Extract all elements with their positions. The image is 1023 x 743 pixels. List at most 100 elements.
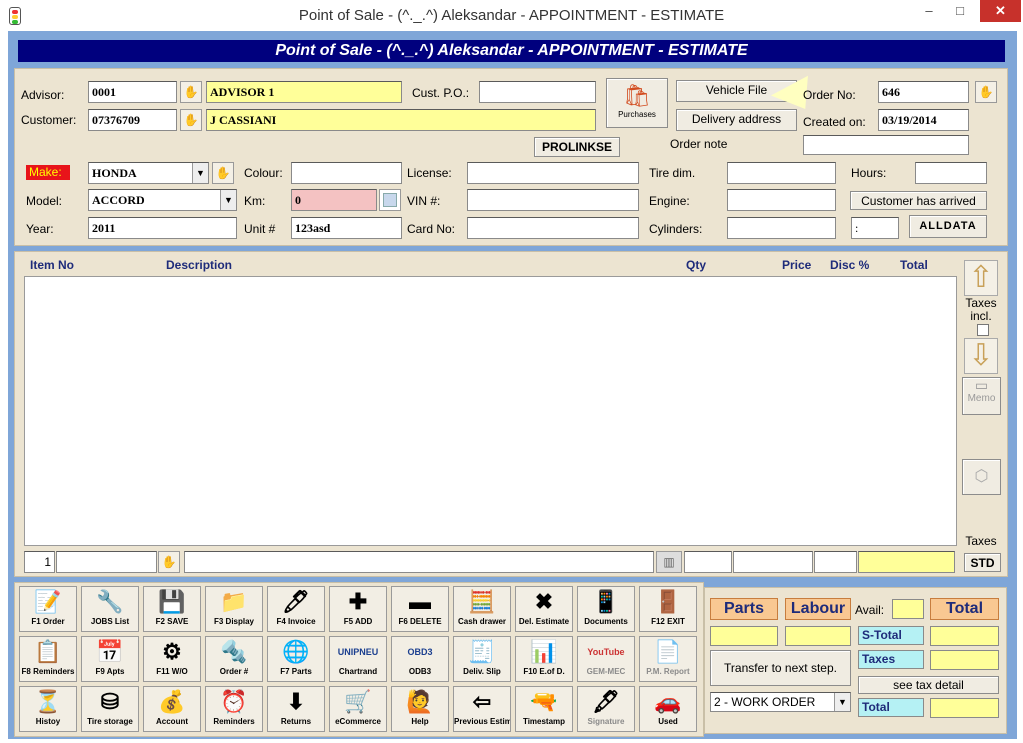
advisor-lookup-icon[interactable]: ✋ [180,81,202,103]
move-up-arrow-icon[interactable]: ⇧ [964,260,998,296]
fkey-button-2-9[interactable]: 🖋 Signature [577,686,635,732]
purchases-button[interactable]: 🛍 Purchases [606,78,668,128]
fkey-button-1-7[interactable]: 🧾 Deliv. Slip [453,636,511,682]
engine-field[interactable] [727,189,836,211]
delivery-address-button[interactable]: Delivery address [676,109,797,131]
fkey-button-1-5[interactable]: UNIPNEU Chartrand [329,636,387,682]
customer-code-field[interactable]: 07376709 [88,109,177,131]
fkey-button-0-8[interactable]: ✖ Del. Estimate [515,586,573,632]
unit-field[interactable]: 123asd [291,217,402,239]
fkey-button-1-8[interactable]: 📊 F10 E.of D. [515,636,573,682]
fkey-button-1-6[interactable]: OBD3 ODB3 [391,636,449,682]
fkey-button-2-6[interactable]: 🙋 Help [391,686,449,732]
fkey-button-2-0[interactable]: ⏳ Histoy [19,686,77,732]
advisor-name-field[interactable]: ADVISOR 1 [206,81,402,103]
fkey-button-2-10[interactable]: 🚗 Used [639,686,697,732]
fkey-button-2-8[interactable]: 🔫 Timestamp [515,686,573,732]
close-window-button[interactable]: ✕ [980,0,1021,22]
chevron-down-icon[interactable]: ▼ [220,190,236,210]
customer-arrived-button[interactable]: Customer has arrived [850,191,987,210]
fkey-button-0-7[interactable]: 🧮 Cash drawer [453,586,511,632]
item-no-input[interactable] [56,551,157,573]
step-select[interactable]: 2 - WORK ORDER ▼ [710,692,851,712]
colour-field[interactable] [291,162,402,184]
card-no-label: Card No: [407,222,456,236]
description-input[interactable] [184,551,654,573]
km-toggle-button[interactable] [379,189,401,211]
fkey-button-2-4[interactable]: ⬇ Returns [267,686,325,732]
km-field[interactable]: 0 [291,189,377,211]
fkey-button-0-5[interactable]: ✚ F5 ADD [329,586,387,632]
see-tax-detail-button[interactable]: see tax detail [858,676,999,694]
minimize-button[interactable]: – [914,0,944,22]
hexagon-button[interactable]: ⬡ [962,459,1001,495]
fkey-button-0-6[interactable]: ▬ F6 DELETE [391,586,449,632]
fkey-button-1-10[interactable]: 📄 P.M. Report [639,636,697,682]
std-button[interactable]: STD [964,553,1001,572]
fkey-button-1-2[interactable]: ⚙ F11 W/O [143,636,201,682]
memo-button[interactable]: ▭ Memo [962,377,1001,415]
col-item-no: Item No [30,258,75,272]
customer-lookup-icon[interactable]: ✋ [180,109,202,131]
chevron-down-icon[interactable]: ▼ [834,693,850,711]
disc-input[interactable] [814,551,857,573]
minus-icon: ▬ [409,589,431,614]
arrival-time-field[interactable]: : [851,217,899,239]
order-note-field[interactable] [803,135,969,155]
fkey-button-0-10[interactable]: 🚪 F12 EXIT [639,586,697,632]
transfer-next-step-button[interactable]: Transfer to next step. [710,650,851,686]
chevron-down-icon[interactable]: ▼ [192,163,208,183]
maximize-button[interactable]: □ [945,0,975,22]
fkey-button-0-2[interactable]: 💾 F2 SAVE [143,586,201,632]
fkey-button-2-7[interactable]: ⇦ Previous Estimate [453,686,511,732]
price-input[interactable] [733,551,813,573]
cust-po-label: Cust. P.O.: [412,86,470,100]
prolinkse-button[interactable]: PROLINKSE [534,137,620,157]
history-icon: ⏳ [34,689,62,714]
license-field[interactable] [467,162,639,184]
cust-po-field[interactable] [479,81,596,103]
fkey-button-1-0[interactable]: 📋 F8 Reminders [19,636,77,682]
tire-dim-field[interactable] [727,162,836,184]
line-number-field[interactable]: 1 [24,551,55,573]
tire-icon[interactable]: ▥ [656,551,682,573]
customer-name-field[interactable]: J CASSIANI [206,109,596,131]
taxes-incl-checkbox[interactable] [977,324,989,336]
fkey-button-2-2[interactable]: 💰 Account [143,686,201,732]
item-lookup-icon[interactable]: ✋ [158,551,180,573]
move-down-arrow-icon[interactable]: ⇩ [964,338,998,374]
reminders-icon: ⏰ [220,689,248,714]
advisor-code-field[interactable]: 0001 [88,81,177,103]
fkey-label: F6 DELETE [398,617,442,626]
window-title: Point of Sale - (^._.^) Aleksandar - APP… [298,7,725,24]
hours-field[interactable] [915,162,987,184]
fkey-button-1-9[interactable]: YouTube GEM-MEC [577,636,635,682]
card-no-field[interactable] [467,217,639,239]
fkey-button-2-3[interactable]: ⏰ Reminders [205,686,263,732]
fkey-label: Returns [280,717,312,726]
fkey-button-2-5[interactable]: 🛒 eCommerce [329,686,387,732]
fkey-button-0-0[interactable]: 📝 F1 Order [19,586,77,632]
make-select[interactable]: HONDA ▼ [88,162,209,184]
fkey-button-0-1[interactable]: 🔧 JOBS List [81,586,139,632]
order-lookup-icon[interactable]: ✋ [975,81,997,103]
fkey-button-1-3[interactable]: 🔩 Order # [205,636,263,682]
plus-icon: ✚ [348,589,368,614]
items-list[interactable] [24,276,957,546]
fkey-button-0-3[interactable]: 📁 F3 Display [205,586,263,632]
alldata-button[interactable]: ALLDATA [909,215,987,238]
order-no-field[interactable]: 646 [878,81,969,103]
fkey-button-0-4[interactable]: 🖊 F4 Invoice [267,586,325,632]
make-lookup-icon[interactable]: ✋ [212,162,234,184]
model-select[interactable]: ACCORD ▼ [88,189,237,211]
fkey-button-0-9[interactable]: 📱 Documents [577,586,635,632]
fkey-label: F1 Order [31,617,65,626]
vin-field[interactable] [467,189,639,211]
qty-input[interactable] [684,551,732,573]
fkey-button-1-1[interactable]: 📅 F9 Apts [81,636,139,682]
fkey-button-2-1[interactable]: ⛁ Tire storage [81,686,139,732]
fkey-button-1-4[interactable]: 🌐 F7 Parts [267,636,325,682]
created-on-field[interactable]: 03/19/2014 [878,109,969,131]
year-field[interactable]: 2011 [88,217,237,239]
cylinders-field[interactable] [727,217,836,239]
